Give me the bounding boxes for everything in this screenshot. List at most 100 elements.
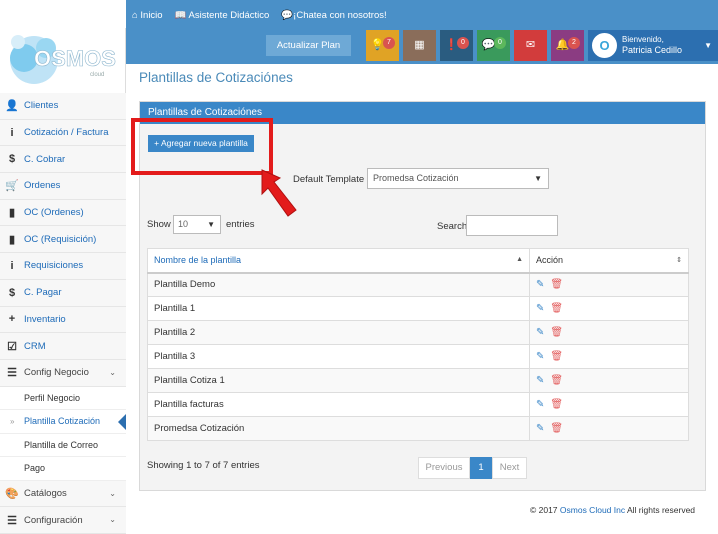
trash-icon[interactable]: 🗑 (550, 423, 563, 434)
template-name: Plantilla Demo (147, 272, 530, 297)
default-template-select[interactable]: Promedsa Cotización ▼ (367, 168, 549, 189)
sidebar-item-inventario[interactable]: + Inventario (0, 306, 126, 334)
user-name: Patricia Cedillo (622, 45, 683, 55)
palette-icon: 🎨 (5, 487, 19, 500)
row-actions: ✎ 🗑 (529, 416, 689, 441)
entries-per-page-select[interactable]: 10 ▼ (173, 215, 221, 234)
user-menu[interactable]: O Bienvenido, Patricia Cedillo ▼ (588, 30, 718, 61)
table-header-row: Nombre de la plantilla ▲ Acción ⇕ (147, 248, 689, 274)
count-badge: 2 (568, 37, 580, 49)
table-info: Showing 1 to 7 of 7 entries (147, 460, 260, 471)
page-1-button[interactable]: 1 (470, 457, 492, 479)
sidebar-item-clientes[interactable]: 👤 Clientes (0, 93, 126, 120)
sidebar-item-label: Requisiciones (24, 260, 84, 272)
row-actions: ✎ 🗑 (529, 392, 689, 417)
sidebar-item-ordenes[interactable]: 🛒 Ordenes (0, 173, 126, 200)
mail-button[interactable]: ✉ (514, 30, 547, 61)
welcome-text: Bienvenido, (622, 35, 664, 44)
sidebar-item-label: Configuración (24, 514, 83, 526)
cart-icon: 🛒 (5, 180, 19, 193)
sidebar-item-config-negocio[interactable]: ☰ Config Negocio ⌄ (0, 359, 126, 387)
footer: © 2017 Osmos Cloud Inc All rights reserv… (530, 505, 695, 515)
info-icon: i (10, 259, 14, 272)
dropdown-arrow-icon: ▼ (534, 174, 542, 183)
svg-text:OSMOS: OSMOS (34, 46, 116, 71)
dollar-icon: $ (8, 286, 16, 299)
avatar: O (592, 33, 617, 58)
chat-link-label: ¡Chatea con nosotros! (293, 10, 387, 21)
upgrade-plan-button[interactable]: Actualizar Plan (266, 35, 351, 56)
sidebar-item-label: Catálogos (24, 487, 67, 499)
edit-icon[interactable]: ✎ (536, 303, 544, 314)
sidebar-subitem-pago[interactable]: Pago (0, 457, 126, 481)
default-template-label: Default Template (293, 174, 365, 185)
trash-icon[interactable]: 🗑 (550, 351, 563, 362)
comment-button[interactable]: 💬 0 (477, 30, 510, 61)
sidebar-subitem-label: Pago (24, 463, 46, 474)
sidebar-item-c-pagar[interactable]: $ C. Pagar (0, 279, 126, 307)
sidebar-subitem-perfil-negocio[interactable]: Perfil Negocio (0, 386, 126, 411)
edit-icon[interactable]: ✎ (536, 327, 544, 338)
lightbulb-button[interactable]: 💡 7 (366, 30, 399, 61)
sidebar-nav: 👤 Clientes i Cotización / Factura $ C. Cobrar… (0, 93, 126, 534)
sidebar-subitem-plantilla-de-correo[interactable]: Plantilla de Correo (0, 433, 126, 458)
row-actions: ✎ 🗑 (529, 320, 689, 345)
column-header-action[interactable]: Acción ⇕ (529, 248, 689, 274)
trash-icon[interactable]: 🗑 (550, 279, 563, 290)
sidebar-item-label: C. Cobrar (24, 153, 66, 165)
table-row: Plantilla Cotiza 1 ✎ 🗑 (147, 368, 689, 393)
chevron-down-icon: ⌄ (109, 515, 116, 525)
template-name: Promedsa Cotización (147, 416, 530, 441)
column-header-name[interactable]: Nombre de la plantilla ▲ (147, 248, 530, 274)
calendar-button[interactable]: ▦ (403, 30, 436, 61)
highlight-box (131, 118, 273, 175)
sort-icon: ⇕ (676, 257, 682, 264)
table-row: Plantilla facturas ✎ 🗑 (147, 392, 689, 417)
sidebar-item-oc-requisici-n-[interactable]: ▮ OC (Requisición) (0, 226, 126, 254)
sidebar-item-configuraci-n[interactable]: ☰ Configuración ⌄ (0, 507, 126, 534)
sidebar-item-label: Cotización / Factura (24, 127, 109, 139)
sidebar-subitem-label: Perfil Negocio (24, 392, 81, 403)
previous-page-button[interactable]: Previous (418, 457, 470, 479)
guide-link-label: Asistente Didáctico (188, 10, 270, 21)
count-badge: 7 (383, 37, 395, 49)
file-icon: ▮ (8, 207, 16, 220)
list-icon: ☰ (7, 514, 17, 527)
top-links: ⌂ Inicio 📖 Asistente Didáctico 💬¡Chatea … (132, 10, 387, 21)
caret-down-icon: ▼ (704, 41, 712, 50)
sort-asc-icon: ▲ (516, 256, 523, 263)
bell-button[interactable]: 🔔 2 (551, 30, 584, 61)
osmos-logo[interactable]: OSMOS cloud (4, 28, 120, 88)
chevron-down-icon: ⌄ (109, 367, 116, 377)
sidebar-item-crm[interactable]: ☑ CRM (0, 333, 126, 360)
edit-icon[interactable]: ✎ (536, 351, 544, 362)
table-row: Promedsa Cotización ✎ 🗑 (147, 416, 689, 441)
sidebar-item-c-cobrar[interactable]: $ C. Cobrar (0, 146, 126, 174)
alert-button[interactable]: ❗ 0 (440, 30, 473, 61)
table-row: Plantilla 2 ✎ 🗑 (147, 320, 689, 345)
chat-link[interactable]: 💬¡Chatea con nosotros! (281, 10, 386, 21)
trash-icon[interactable]: 🗑 (550, 327, 563, 338)
edit-icon[interactable]: ✎ (536, 423, 544, 434)
search-input[interactable] (466, 215, 558, 236)
chevron-down-icon: ⌄ (109, 488, 116, 498)
sidebar-item-requisiciones[interactable]: i Requisiciones (0, 253, 126, 280)
sidebar-item-oc-ordenes-[interactable]: ▮ OC (Ordenes) (0, 199, 126, 227)
footer-company-link[interactable]: Osmos Cloud Inc (560, 505, 625, 515)
edit-icon[interactable]: ✎ (536, 279, 544, 290)
sidebar-item-cotizaci-n-factura[interactable]: i Cotización / Factura (0, 119, 126, 147)
trash-icon[interactable]: 🗑 (550, 303, 563, 314)
edit-icon[interactable]: ✎ (536, 375, 544, 386)
next-page-button[interactable]: Next (492, 457, 527, 479)
sidebar-subitem-plantilla-cotizaci-n[interactable]: » Plantilla Cotización (0, 410, 126, 434)
edit-icon[interactable]: ✎ (536, 399, 544, 410)
guide-link[interactable]: 📖 Asistente Didáctico (175, 10, 270, 21)
home-link[interactable]: ⌂ Inicio (132, 10, 163, 21)
sidebar-item-cat-logos[interactable]: 🎨 Catálogos ⌄ (0, 480, 126, 508)
template-name: Plantilla 1 (147, 296, 530, 321)
dollar-icon: $ (8, 153, 16, 166)
sidebar-subitem-label: Plantilla de Correo (24, 439, 99, 450)
svg-text:cloud: cloud (90, 72, 104, 78)
trash-icon[interactable]: 🗑 (550, 399, 563, 410)
trash-icon[interactable]: 🗑 (550, 375, 563, 386)
